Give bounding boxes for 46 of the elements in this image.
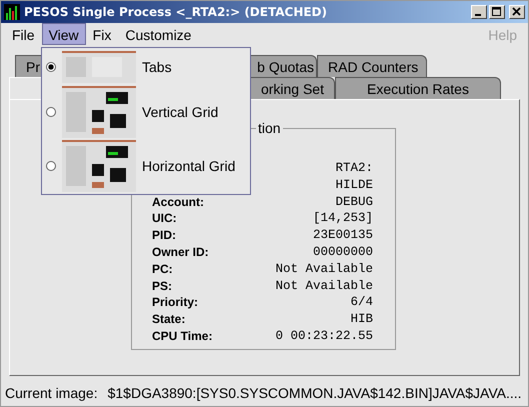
field-value: 6/4: [349, 294, 373, 312]
field-label: Priority:: [152, 294, 200, 312]
field-value: [14,253]: [312, 210, 373, 228]
menu-item[interactable]: File: [5, 23, 42, 45]
field-value: 00000000: [312, 244, 373, 261]
field-value: HILDE: [334, 176, 373, 194]
field-value: 0 00:23:22.55: [275, 328, 373, 345]
radio-button[interactable]: [46, 62, 56, 72]
menu-option-label: Tabs: [142, 59, 172, 75]
field-label: PS:: [152, 278, 174, 294]
tab[interactable]: Execution Rates: [335, 77, 501, 99]
status-label: Current image:: [5, 385, 98, 401]
maximize-button[interactable]: [489, 5, 505, 19]
tab[interactable]: RAD Counters: [317, 55, 427, 77]
minimize-button[interactable]: [471, 5, 487, 19]
field-label: Account:: [152, 194, 205, 210]
menu-option[interactable]: Tabs: [42, 50, 250, 84]
maximize-icon: [492, 7, 502, 17]
menu-option-label: Vertical Grid: [142, 104, 218, 120]
field-label: PC:: [152, 260, 174, 278]
group-title: tion: [257, 120, 282, 136]
bar-chart-icon: [4, 4, 20, 20]
field-label: Owner ID:: [152, 244, 210, 261]
window-title: PESOS Single Process <_RTA2:> (DETACHED): [24, 5, 327, 19]
radio-button[interactable]: [46, 107, 56, 117]
field-value: Not Available: [275, 260, 373, 278]
close-button[interactable]: [509, 5, 525, 19]
field-value: HIB: [349, 311, 373, 328]
field-label: PID:: [152, 227, 177, 244]
field-label: CPU Time:: [152, 328, 214, 345]
status-value: $1$DGA3890:[SYS0.SYSCOMMON.JAVA$142.BIN]JAVA$JAVA....: [108, 385, 522, 401]
menu-option[interactable]: Horizontal Grid: [42, 140, 250, 192]
close-icon: [512, 7, 522, 17]
field-value: 23E00135: [312, 227, 373, 244]
field-label: UIC:: [152, 210, 178, 228]
menu-option[interactable]: Vertical Grid: [42, 84, 250, 140]
menu-option-label: Horizontal Grid: [142, 158, 236, 174]
field-value: DEBUG: [334, 194, 373, 210]
minimize-icon: [475, 14, 481, 16]
menu-item[interactable]: Fix: [86, 23, 118, 45]
field-label: State:: [152, 311, 186, 328]
menu-item[interactable]: View: [42, 23, 86, 45]
menu-item[interactable]: Customize: [118, 23, 198, 45]
field-value: Not Available: [275, 278, 373, 294]
field-value: RTA2:: [334, 160, 373, 177]
radio-button[interactable]: [46, 161, 56, 171]
